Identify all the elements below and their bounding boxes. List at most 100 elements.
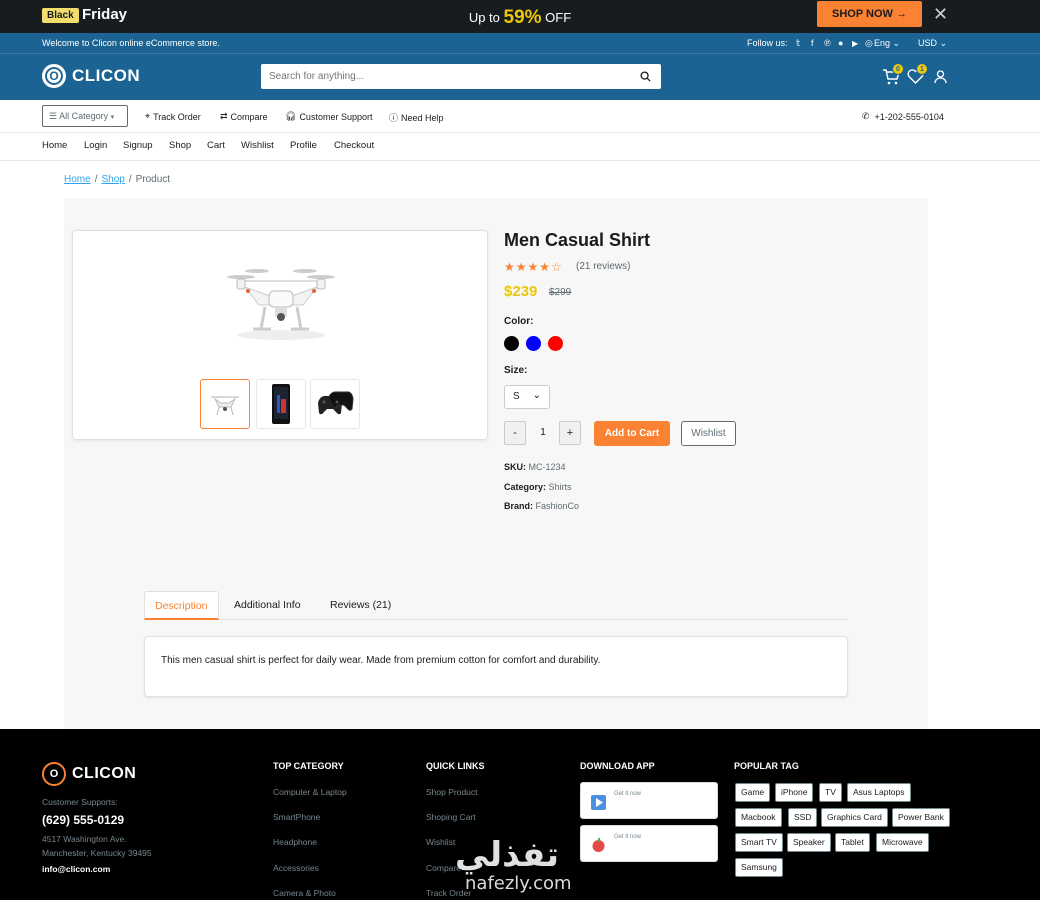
nav-shop[interactable]: Shop <box>169 140 191 151</box>
facebook-icon[interactable]: f <box>811 38 814 48</box>
nav-login[interactable]: Login <box>84 140 107 151</box>
tab-reviews[interactable]: Reviews (21) <box>320 591 401 620</box>
breadcrumb-shop[interactable]: Shop <box>101 174 124 185</box>
cart-count-badge: 0 <box>892 63 904 75</box>
color-swatch-blue[interactable] <box>526 336 541 351</box>
star-empty-icon: ☆ <box>551 260 562 274</box>
search-bar <box>261 64 661 89</box>
footer-logo[interactable]: O CLICON <box>42 762 136 786</box>
app-store-button[interactable]: Get it now <box>580 825 718 862</box>
quantity-increase-button[interactable]: + <box>559 421 581 445</box>
breadcrumb-home[interactable]: Home <box>64 174 91 185</box>
customer-support-link[interactable]: 🎧︎ Customer Support <box>285 111 372 122</box>
youtube-icon[interactable]: ▶ <box>852 39 858 48</box>
star-filled-icon: ★ <box>539 260 551 274</box>
instagram-icon[interactable]: ◎ <box>865 38 873 49</box>
account-button[interactable] <box>934 70 947 87</box>
reddit-icon[interactable]: ● <box>838 38 843 48</box>
footer-quick-link[interactable]: Shoping Cart <box>426 812 476 822</box>
color-label: Color: <box>504 316 534 327</box>
wishlist-count-badge: 1 <box>916 63 928 75</box>
color-swatch-black[interactable] <box>504 336 519 351</box>
watermark-arabic: تفذلي <box>455 835 560 875</box>
track-order-link[interactable]: ⌖ Track Order <box>145 111 201 122</box>
cart-button[interactable]: 0 <box>882 63 904 88</box>
thumbnail-phone[interactable] <box>256 379 306 429</box>
headphones-icon: 🎧︎ <box>285 111 297 121</box>
secondary-nav: ☰ All Category ▾ ⌖ Track Order ⇄ Compare 🎧… <box>0 100 1040 133</box>
tag-chip[interactable]: Power Bank <box>892 808 950 827</box>
need-help-link[interactable]: ⓘ Need Help <box>389 111 444 124</box>
tag-chip[interactable]: SSD <box>788 808 818 827</box>
footer-category-link[interactable]: Computer & Laptop <box>273 787 347 797</box>
tag-chip[interactable]: Smart TV <box>735 833 783 852</box>
info-icon: ⓘ <box>389 113 399 123</box>
tab-description[interactable]: Description <box>144 591 219 620</box>
product-info: Men Casual Shirt ★ ★ ★ ★ ☆ (21 reviews) $239… <box>504 230 904 511</box>
footer-category-link[interactable]: SmartPhone <box>273 812 320 822</box>
nav-home[interactable]: Home <box>42 140 67 151</box>
color-swatch-red[interactable] <box>548 336 563 351</box>
phone-contact[interactable]: ✆ +1-202-555-0104 <box>862 111 944 122</box>
compare-link[interactable]: ⇄ Compare <box>220 111 268 122</box>
quantity-input[interactable]: 1 <box>531 421 555 445</box>
pinterest-icon[interactable]: ℗ <box>824 38 831 48</box>
google-play-button[interactable]: Get it now <box>580 782 718 819</box>
wishlist-button[interactable]: 1 <box>907 63 928 87</box>
support-email[interactable]: info@clicon.com <box>42 864 110 874</box>
search-icon[interactable] <box>640 71 651 82</box>
description-panel: This men casual shirt is perfect for dai… <box>144 636 848 697</box>
user-icon <box>934 70 947 84</box>
language-select[interactable]: Eng ⌄ <box>874 38 900 49</box>
tag-chip[interactable]: Game <box>735 783 771 802</box>
shop-now-button[interactable]: SHOP NOW → <box>817 1 922 27</box>
nav-signup[interactable]: Signup <box>123 140 153 151</box>
phone-icon: ✆ <box>862 111 870 121</box>
tag-chip[interactable]: iPhone <box>775 783 814 802</box>
tag-chip[interactable]: Speaker <box>787 833 831 852</box>
size-label: Size: <box>504 365 528 376</box>
tag-chip[interactable]: Macbook <box>735 808 782 827</box>
product-gallery <box>72 230 488 440</box>
tag-chip[interactable]: Samsung <box>735 858 783 877</box>
category-row: Category: Shirts <box>504 482 572 492</box>
nav-profile[interactable]: Profile <box>290 140 317 151</box>
tag-chip[interactable]: Tablet <box>835 833 870 852</box>
download-app-heading: DOWNLOAD APP <box>580 761 655 771</box>
all-category-dropdown[interactable]: ☰ All Category ▾ <box>42 105 128 127</box>
rating-stars: ★ ★ ★ ★ ☆ <box>504 260 562 274</box>
address-line-2: Manchester, Kentucky 39495 <box>42 848 152 858</box>
tag-chip[interactable]: Asus Laptops <box>847 783 911 802</box>
product-tabs: Description Additional Info Reviews (21) <box>144 591 848 620</box>
search-input[interactable] <box>261 64 621 89</box>
tag-chip[interactable]: TV <box>819 783 842 802</box>
promo-bar: Black Friday Up to 59% OFF SHOP NOW → ✕ <box>0 0 1040 33</box>
star-filled-icon: ★ <box>527 260 539 274</box>
size-select[interactable]: S ⌄ <box>504 385 550 409</box>
drone-image <box>227 269 335 340</box>
add-to-cart-button[interactable]: Add to Cart <box>594 421 670 446</box>
brand-row: Brand: FashionCo <box>504 501 580 511</box>
wishlist-button[interactable]: Wishlist <box>681 421 736 446</box>
currency-select[interactable]: USD ⌄ <box>918 38 947 49</box>
review-count[interactable]: (21 reviews) <box>576 261 630 272</box>
thumbnail-drone[interactable] <box>200 379 250 429</box>
footer-category-link[interactable]: Accessories <box>273 863 319 873</box>
footer-quick-link[interactable]: Shop Product <box>426 787 478 797</box>
quantity-decrease-button[interactable]: - <box>504 421 526 445</box>
footer-category-link[interactable]: Headphone <box>273 837 317 847</box>
close-icon[interactable]: ✕ <box>933 4 948 25</box>
nav-wishlist[interactable]: Wishlist <box>241 140 274 151</box>
brand-logo[interactable]: O CLICON <box>42 64 140 88</box>
twitter-icon[interactable]: 𝕥 <box>796 38 800 49</box>
nav-checkout[interactable]: Checkout <box>334 140 374 151</box>
footer-quick-link[interactable]: Wishlist <box>426 837 455 847</box>
tab-additional-info[interactable]: Additional Info <box>224 591 311 620</box>
footer-category-link[interactable]: Camera & Photo <box>273 888 336 898</box>
tag-chip[interactable]: Microwave <box>876 833 929 852</box>
tag-chip[interactable]: Graphics Card <box>821 808 888 827</box>
top-category-heading: TOP CATEGORY <box>273 761 344 771</box>
thumbnail-controllers[interactable] <box>310 379 360 429</box>
nav-cart[interactable]: Cart <box>207 140 225 151</box>
support-phone[interactable]: (629) 555-0129 <box>42 813 124 827</box>
